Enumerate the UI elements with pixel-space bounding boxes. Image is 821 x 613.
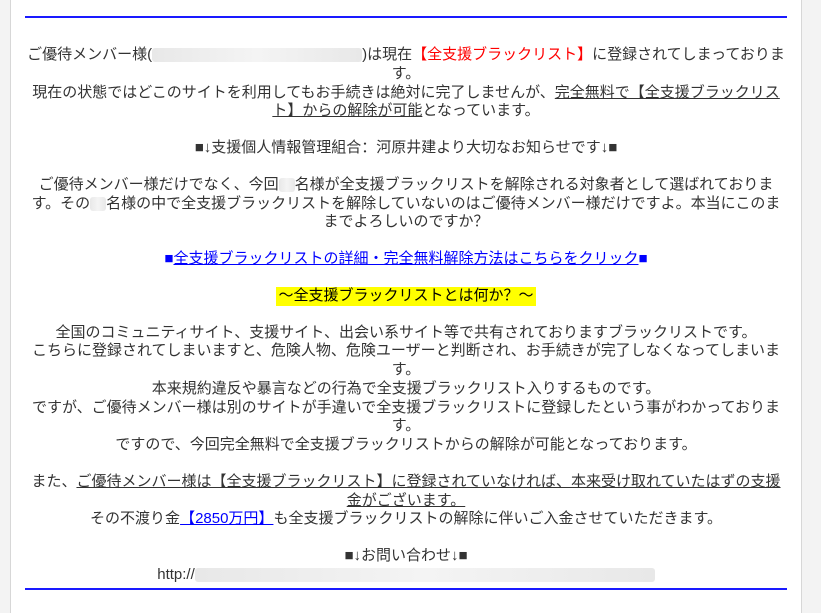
redacted-name <box>152 48 362 62</box>
document-panel: ご優待メンバー様()は現在【全支援ブラックリスト】に登録されてしまっております。… <box>10 0 802 613</box>
bonus-line: また、ご優待メンバー様は【全支援ブラックリスト】に登録されていなければ、本来受け… <box>25 473 787 511</box>
contact-url-line: http:// <box>25 566 787 585</box>
intro-line: ご優待メンバー様()は現在【全支援ブラックリスト】に登録されてしまっております。 <box>25 46 787 84</box>
desc5: ですので、今回完全無料で全支援ブラックリストからの解除が可能となっております。 <box>25 436 787 455</box>
line2: 現在の状態ではどこのサイトを利用してもお手続きは絶対に完了しませんが、完全無料で… <box>25 84 787 122</box>
redacted-count-2 <box>90 197 106 211</box>
contact-header: ■↓お問い合わせ↓■ <box>25 547 787 566</box>
line4-after: 名様の中で全支援ブラックリストを解除していないのはご優待メンバー様だけですよ。本… <box>106 195 780 231</box>
detail-link[interactable]: 全支援ブラックリストの詳細・完全無料解除方法はこちらをクリック <box>173 250 638 267</box>
intro-prefix: ご優待メンバー様( <box>27 46 152 63</box>
yellow-header-line: 〜全支援ブラックリストとは何か？〜 <box>25 287 787 306</box>
redacted-count-1 <box>279 178 295 192</box>
desc3: 本来規約違反や暴言などの行為で全支援ブラックリスト入りするものです。 <box>25 380 787 399</box>
money-after: も全支援ブラックリストの解除に伴いご入金させていただきます。 <box>273 510 722 527</box>
bonus-before: また、 <box>31 473 76 490</box>
money-line: その不渡り金【2850万円】も全支援ブラックリストの解除に伴いご入金させていただ… <box>25 510 787 529</box>
notice-header: ■↓支援個人情報管理組合：河原井建より大切なお知らせです↓■ <box>25 139 787 158</box>
divider-bottom <box>25 588 787 590</box>
desc1: 全国のコミュニティサイト、支援サイト、出会い系サイト等で共有されておりますブラッ… <box>25 324 787 343</box>
red-blacklist-tag: 【全支援ブラックリスト】 <box>412 46 592 63</box>
line4-before: ご優待メンバー様だけでなく、今回 <box>39 176 279 193</box>
desc4: ですが、ご優待メンバー様は別のサイトが手違いで全支援ブラックリストに登録したとい… <box>25 399 787 437</box>
divider-top <box>25 16 787 18</box>
box-right: ■ <box>639 250 648 267</box>
redacted-url <box>195 568 655 582</box>
url-prefix: http:// <box>157 566 195 583</box>
money-amount-link[interactable]: 【2850万円】 <box>180 510 273 527</box>
line4: ご優待メンバー様だけでなく、今回名様が全支援ブラックリストを解除される対象者とし… <box>25 176 787 232</box>
bonus-underline: ご優待メンバー様は【全支援ブラックリスト】に登録されていなければ、本来受け取れて… <box>76 473 780 509</box>
detail-link-line: ■全支援ブラックリストの詳細・完全無料解除方法はこちらをクリック■ <box>25 250 787 269</box>
body-text: ご優待メンバー様()は現在【全支援ブラックリスト】に登録されてしまっております。… <box>25 46 787 585</box>
line2-before: 現在の状態ではどこのサイトを利用してもお手続きは絶対に完了しませんが、 <box>32 84 555 101</box>
money-before: その不渡り金 <box>90 510 180 527</box>
intro-suffix-before: )は現在 <box>362 46 412 63</box>
line2-after: となっています。 <box>422 102 539 119</box>
desc2: こちらに登録されてしまいますと、危険人物、危険ユーザーと判断され、お手続きが完了… <box>25 342 787 380</box>
yellow-header: 〜全支援ブラックリストとは何か？〜 <box>276 287 535 306</box>
